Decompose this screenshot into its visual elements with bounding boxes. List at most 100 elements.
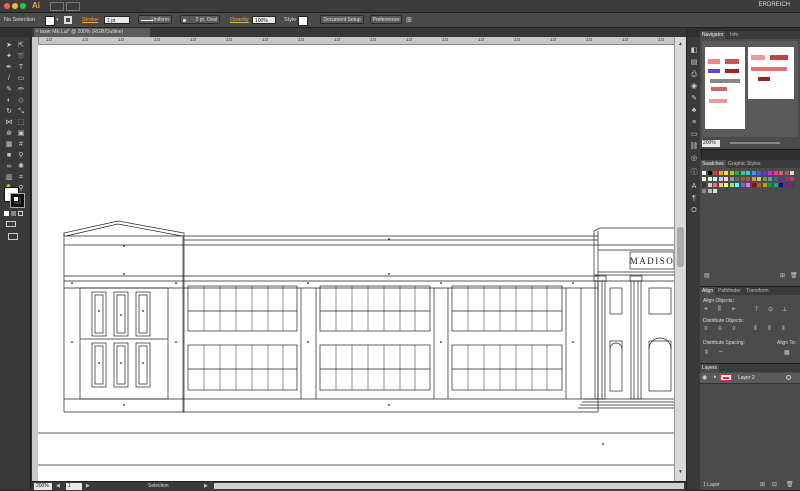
tab-layers[interactable]: Layers <box>700 364 720 372</box>
arrange-icon[interactable]: ⊞ <box>406 16 412 24</box>
swatch-grid[interactable] <box>702 171 798 231</box>
vertical-spacing-icon[interactable]: ⇕ <box>704 349 709 356</box>
color-swatch[interactable] <box>740 177 745 181</box>
symbol-sprayer-tool-icon[interactable]: ✺ <box>16 162 26 171</box>
symbols-icon[interactable]: ♣ <box>689 107 699 115</box>
color-swatch[interactable] <box>713 183 717 187</box>
tab-swatches[interactable]: Swatches <box>700 160 726 168</box>
next-artboard-icon[interactable]: ▶ <box>86 483 90 489</box>
color-icon[interactable]: ◧ <box>689 47 699 55</box>
color-swatch[interactable] <box>779 171 783 175</box>
horizontal-scrollbar[interactable] <box>214 483 684 489</box>
opacity-label[interactable]: Opacity <box>230 17 249 23</box>
chevron-down-icon[interactable]: ▾ <box>56 17 59 23</box>
color-swatch[interactable] <box>724 183 728 187</box>
horizontal-align-left-icon[interactable]: ⫷ <box>704 306 707 313</box>
vertical-align-bottom-icon[interactable]: ⊥ <box>782 306 787 313</box>
stroke-label[interactable]: Stroke <box>82 17 98 23</box>
draw-mode-icon[interactable] <box>6 221 16 227</box>
scroll-up-icon[interactable]: ▲ <box>678 41 683 47</box>
document-info-icon[interactable]: ⓘ <box>689 169 699 177</box>
mesh-tool-icon[interactable]: # <box>16 140 26 149</box>
color-swatch[interactable] <box>746 171 750 175</box>
color-swatch[interactable] <box>707 189 712 193</box>
magic-wand-tool-icon[interactable]: ✦ <box>4 52 14 61</box>
visibility-eye-icon[interactable]: ◉ <box>702 374 707 381</box>
print-icon[interactable]: ⎙ <box>689 71 699 79</box>
color-swatch[interactable] <box>729 177 734 181</box>
selection-tool-icon[interactable]: ➤ <box>4 41 14 50</box>
free-transform-tool-icon[interactable]: ⬚ <box>16 118 26 127</box>
color-swatch[interactable] <box>713 189 717 193</box>
delete-layer-icon[interactable]: 🗑 <box>786 481 794 488</box>
eyedropper-tool-icon[interactable]: ⚲ <box>16 151 26 160</box>
gradient-mode-icon[interactable] <box>11 211 16 216</box>
new-layer-icon[interactable]: ⊞ <box>760 481 765 488</box>
eraser-tool-icon[interactable]: ◇ <box>16 96 26 105</box>
color-swatch[interactable] <box>713 177 717 181</box>
close-tab-icon[interactable]: × <box>35 28 39 37</box>
layer-name[interactable]: Layer 2 <box>738 375 755 381</box>
color-swatch[interactable] <box>757 183 761 187</box>
color-swatch[interactable] <box>702 171 706 175</box>
tab-graphic-styles[interactable]: Graphic Styles <box>726 160 763 168</box>
tab-info[interactable]: Info <box>728 31 740 39</box>
transparency-icon[interactable]: ◎ <box>689 155 699 163</box>
tab-pathfinder[interactable]: Pathfinder <box>716 287 743 295</box>
layer-row[interactable]: ◉ ▸ Layer 2 <box>700 373 800 384</box>
color-swatch[interactable] <box>729 171 734 175</box>
color-swatch[interactable] <box>751 171 756 175</box>
color-swatch[interactable] <box>768 183 772 187</box>
brush-definition[interactable]: 2 pt. Oval <box>180 15 220 24</box>
rotate-tool-icon[interactable]: ↻ <box>4 107 14 116</box>
color-swatch[interactable] <box>702 189 706 193</box>
color-swatch[interactable] <box>735 177 739 181</box>
blend-tool-icon[interactable]: ∞ <box>4 162 14 171</box>
stroke-color-box[interactable] <box>10 193 25 208</box>
pencil-tool-icon[interactable]: ✏ <box>16 85 26 94</box>
color-swatch[interactable] <box>784 183 789 187</box>
scroll-thumb[interactable] <box>677 227 684 267</box>
artboard-number-field[interactable]: 1 <box>66 483 82 490</box>
color-swatch[interactable] <box>762 183 767 187</box>
gradient-tool-icon[interactable]: ■ <box>4 151 14 160</box>
color-guide-icon[interactable]: ▤ <box>689 59 699 67</box>
color-swatch[interactable] <box>724 177 728 181</box>
delete-swatch-icon[interactable]: 🗑 <box>790 272 798 279</box>
color-swatch[interactable] <box>702 183 706 187</box>
zoom-window-icon[interactable] <box>20 3 26 9</box>
color-swatch[interactable] <box>729 183 734 187</box>
brushes-icon[interactable]: ✎ <box>689 95 699 103</box>
gradient-panel-icon[interactable]: ▭ <box>689 131 699 139</box>
workspace-switcher[interactable]: ERDREICH <box>759 2 790 8</box>
color-swatch[interactable] <box>768 177 772 181</box>
document-tab[interactable]: × laser ME.Lai* @ 200% (RGB/Outline) <box>34 28 150 37</box>
swatch-libraries-icon[interactable]: ▤ <box>704 272 710 279</box>
opacity-field[interactable]: 100% <box>252 16 276 24</box>
artboard-tool-icon[interactable]: ⌗ <box>16 173 26 182</box>
color-swatch[interactable] <box>707 177 712 181</box>
stroke-weight-field[interactable]: 1 pt <box>104 16 130 24</box>
minimize-window-icon[interactable] <box>12 3 18 9</box>
scroll-down-icon[interactable]: ▼ <box>678 469 683 475</box>
blob-brush-tool-icon[interactable]: ◐ <box>4 96 14 105</box>
line-tool-icon[interactable]: / <box>4 74 14 83</box>
tab-navigator[interactable]: Navigator <box>700 31 726 39</box>
horizontal-align-right-icon[interactable]: ⫸ <box>732 306 735 313</box>
color-swatch[interactable] <box>790 171 794 175</box>
stroke-panel-icon[interactable]: ≡ <box>689 119 699 127</box>
align-to-selection-icon[interactable]: ▦ <box>784 349 790 356</box>
color-mode-icon[interactable] <box>4 211 9 216</box>
color-swatch[interactable] <box>784 177 789 181</box>
color-swatch[interactable] <box>718 177 723 181</box>
color-swatch[interactable] <box>740 183 745 187</box>
horizontal-spacing-icon[interactable]: ⇔ <box>718 349 724 355</box>
navigator-zoom-field[interactable]: 200% <box>702 140 720 147</box>
color-swatch[interactable] <box>735 171 739 175</box>
scale-tool-icon[interactable]: ⤡ <box>16 107 26 116</box>
color-swatch[interactable] <box>702 177 706 181</box>
color-swatch[interactable] <box>757 177 761 181</box>
navigator-preview[interactable] <box>702 41 798 137</box>
color-swatch[interactable] <box>740 171 745 175</box>
color-swatch[interactable] <box>746 183 750 187</box>
